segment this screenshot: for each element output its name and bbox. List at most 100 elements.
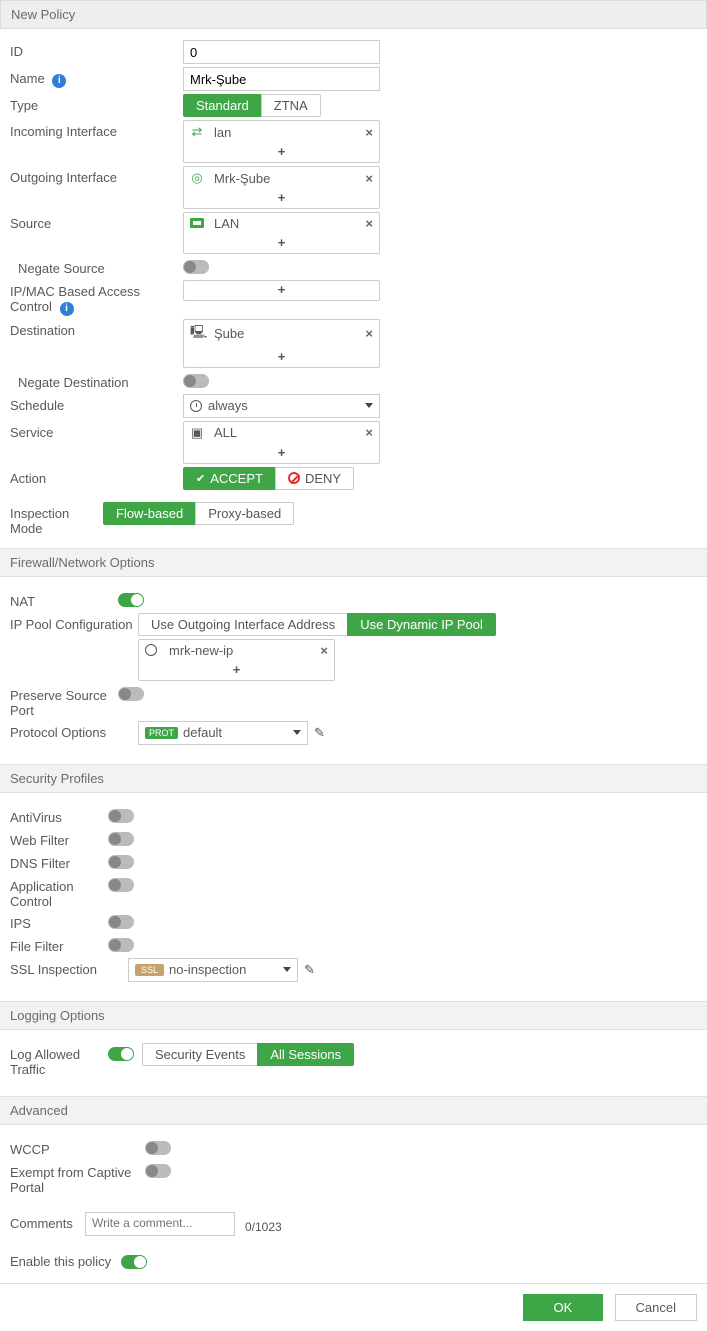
action-accept-button[interactable]: ✔ ACCEPT (183, 467, 275, 490)
name-input[interactable] (183, 67, 380, 91)
label-ssl-inspection: SSL Inspection (10, 958, 128, 977)
id-input[interactable] (183, 40, 380, 64)
label-appcontrol: Application Control (10, 875, 108, 909)
comments-textarea[interactable] (85, 1212, 235, 1236)
inspection-flow-button[interactable]: Flow-based (103, 502, 195, 525)
section-logging-header: Logging Options (0, 1001, 707, 1030)
dnsfilter-toggle[interactable] (108, 855, 134, 869)
info-icon[interactable]: i (52, 74, 66, 88)
label-id: ID (10, 40, 183, 59)
label-webfilter: Web Filter (10, 829, 108, 848)
globe-icon (145, 644, 157, 656)
outgoing-interface-field[interactable]: ◎ Mrk-Şube × + (183, 166, 380, 209)
label-incoming-interface: Incoming Interface (10, 120, 183, 139)
label-action: Action (10, 467, 183, 486)
ssl-inspection-select[interactable]: SSL no-inspection (128, 958, 298, 982)
add-icon[interactable]: + (184, 189, 379, 208)
interface-icon: ⇄ (190, 124, 204, 140)
info-icon[interactable]: i (60, 302, 74, 316)
ippool-outgoing-button[interactable]: Use Outgoing Interface Address (138, 613, 347, 636)
remove-icon[interactable]: × (365, 326, 373, 341)
type-standard-button[interactable]: Standard (183, 94, 261, 117)
inspection-mode-toggle: Flow-based Proxy-based (103, 502, 294, 525)
add-icon[interactable]: + (184, 444, 379, 463)
label-nat: NAT (10, 590, 118, 609)
label-negate-destination: Negate Destination (10, 371, 183, 390)
add-icon[interactable]: + (184, 234, 379, 253)
ippool-toggle: Use Outgoing Interface Address Use Dynam… (138, 613, 496, 636)
label-ippool: IP Pool Configuration (10, 613, 138, 632)
appcontrol-toggle[interactable] (108, 878, 134, 892)
service-value: ALL (214, 425, 359, 440)
label-antivirus: AntiVirus (10, 806, 108, 825)
label-schedule: Schedule (10, 394, 183, 413)
tunnel-icon: ◎ (190, 170, 204, 186)
ssl-inspection-value: no-inspection (169, 962, 277, 977)
ips-toggle[interactable] (108, 915, 134, 929)
remove-icon[interactable]: × (365, 216, 373, 231)
negate-source-toggle[interactable] (183, 260, 209, 274)
device-icon: 🖳 (190, 323, 204, 345)
service-field[interactable]: ▣ ALL × + (183, 421, 380, 464)
inspection-proxy-button[interactable]: Proxy-based (195, 502, 294, 525)
negate-destination-toggle[interactable] (183, 374, 209, 388)
nat-toggle[interactable] (118, 593, 144, 607)
antivirus-toggle[interactable] (108, 809, 134, 823)
label-dnsfilter: DNS Filter (10, 852, 108, 871)
action-deny-button[interactable]: DENY (275, 467, 354, 490)
exempt-captive-toggle[interactable] (145, 1164, 171, 1178)
incoming-interface-field[interactable]: ⇄ lan × + (183, 120, 380, 163)
check-icon: ✔ (196, 472, 205, 485)
ippool-value: mrk-new-ip (169, 643, 314, 658)
ippool-dynamic-button[interactable]: Use Dynamic IP Pool (347, 613, 496, 636)
enable-policy-toggle[interactable] (121, 1255, 147, 1269)
label-filefilter: File Filter (10, 935, 108, 954)
log-all-sessions-button[interactable]: All Sessions (257, 1043, 354, 1066)
chevron-down-icon (283, 967, 291, 972)
prot-badge: PROT (145, 727, 178, 739)
wccp-toggle[interactable] (145, 1141, 171, 1155)
edit-icon[interactable]: ✎ (304, 962, 315, 978)
log-security-events-button[interactable]: Security Events (142, 1043, 257, 1066)
ippool-field[interactable]: mrk-new-ip × + (138, 639, 335, 681)
remove-icon[interactable]: × (365, 125, 373, 140)
address-icon (190, 216, 204, 231)
label-wccp: WCCP (10, 1138, 145, 1157)
section-firewall-header: Firewall/Network Options (0, 548, 707, 577)
protocol-options-select[interactable]: PROT default (138, 721, 308, 745)
cancel-button[interactable]: Cancel (615, 1294, 697, 1321)
label-outgoing-interface: Outgoing Interface (10, 166, 183, 185)
remove-icon[interactable]: × (320, 643, 328, 658)
add-icon[interactable]: + (139, 661, 334, 680)
chevron-down-icon (293, 730, 301, 735)
log-mode-toggle: Security Events All Sessions (142, 1043, 354, 1066)
type-toggle: Standard ZTNA (183, 94, 321, 117)
label-exempt-captive: Exempt from Captive Portal (10, 1161, 145, 1195)
preserve-source-port-toggle[interactable] (118, 687, 144, 701)
chevron-down-icon (365, 403, 373, 408)
log-allowed-toggle[interactable] (108, 1047, 134, 1061)
protocol-options-value: default (183, 725, 287, 740)
webfilter-toggle[interactable] (108, 832, 134, 846)
add-icon[interactable]: + (184, 281, 379, 300)
add-icon[interactable]: + (184, 348, 379, 367)
section-security-header: Security Profiles (0, 764, 707, 793)
deny-icon (288, 472, 300, 484)
add-icon[interactable]: + (184, 143, 379, 162)
label-protocol-options: Protocol Options (10, 721, 138, 740)
source-field[interactable]: LAN × + (183, 212, 380, 254)
label-type: Type (10, 94, 183, 113)
label-source: Source (10, 212, 183, 231)
label-preserve-source-port: Preserve Source Port (10, 684, 118, 718)
ipmac-field[interactable]: + (183, 280, 380, 301)
label-enable-policy: Enable this policy (10, 1254, 111, 1269)
destination-field[interactable]: 🖳 Şube × + (183, 319, 380, 368)
schedule-select[interactable]: always (183, 394, 380, 418)
ok-button[interactable]: OK (523, 1294, 603, 1321)
label-comments: Comments (10, 1212, 75, 1231)
remove-icon[interactable]: × (365, 171, 373, 186)
type-ztna-button[interactable]: ZTNA (261, 94, 321, 117)
filefilter-toggle[interactable] (108, 938, 134, 952)
edit-icon[interactable]: ✎ (314, 725, 325, 741)
remove-icon[interactable]: × (365, 425, 373, 440)
